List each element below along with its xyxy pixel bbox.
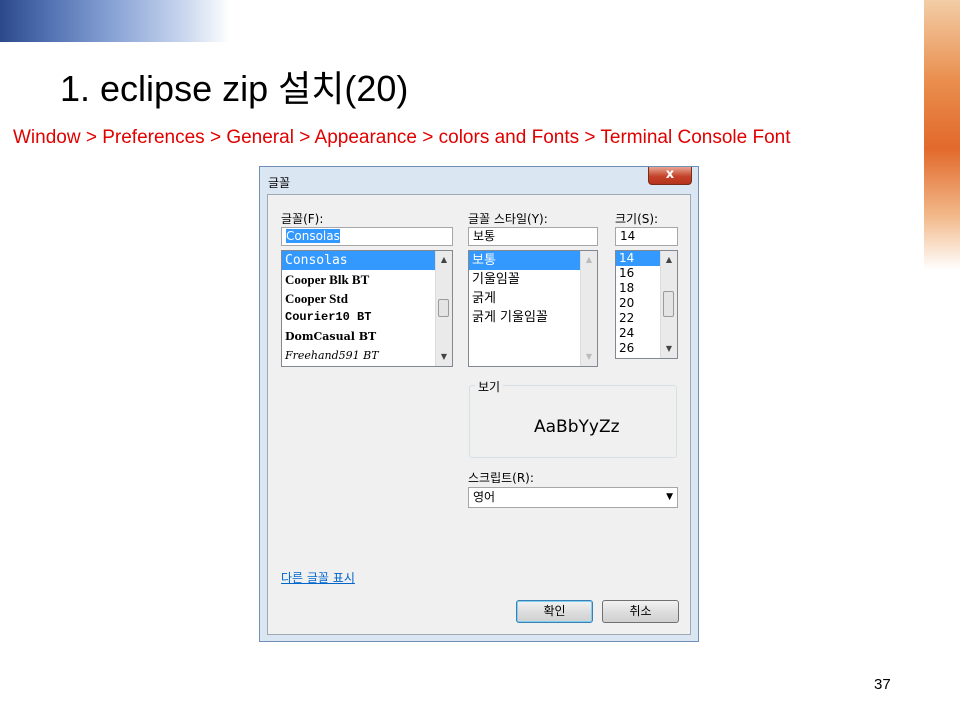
font-list-item[interactable]: Cooper Blk BT — [282, 270, 452, 289]
font-list-item[interactable]: Freehand591 BT — [282, 346, 452, 365]
preferences-path: Window > Preferences > General > Appeara… — [13, 127, 791, 148]
preview-sample-text: AaBbYyZz — [534, 417, 620, 437]
size-list[interactable]: 14 16 18 20 22 24 26 ▲ ▼ — [615, 250, 678, 359]
font-dialog: 글꼴 x 글꼴(F): Consolas Consolas Cooper Blk… — [259, 166, 699, 642]
more-fonts-link[interactable]: 다른 글꼴 표시 — [281, 569, 355, 586]
scroll-down-arrow-icon[interactable]: ▼ — [436, 349, 452, 365]
font-list-item[interactable]: Consolas — [282, 251, 435, 270]
size-label: 크기(S): — [615, 212, 659, 226]
font-list-item[interactable]: Courier10 BT — [282, 308, 452, 327]
cancel-button[interactable]: 취소 — [602, 600, 679, 623]
scroll-down-arrow-icon[interactable]: ▼ — [661, 341, 677, 357]
slide-title: 1. eclipse zip 설치(20) — [60, 68, 409, 109]
font-list-scrollbar[interactable]: ▲ ▼ — [435, 251, 452, 366]
style-list-item[interactable]: 보통 — [469, 251, 580, 270]
style-list-item[interactable]: 굵게 — [469, 289, 597, 308]
close-button[interactable]: x — [648, 167, 692, 185]
ok-button[interactable]: 확인 — [516, 600, 593, 623]
style-list-item[interactable]: 굵게 기울임꼴 — [469, 308, 597, 327]
dialog-title: 글꼴 — [268, 176, 291, 190]
scroll-thumb[interactable] — [438, 299, 449, 317]
size-list-item[interactable]: 14 — [616, 251, 660, 266]
style-list-item[interactable]: 기울임꼴 — [469, 270, 597, 289]
page-number: 37 — [874, 676, 891, 693]
decorative-right-strip — [924, 0, 960, 270]
style-list-scrollbar[interactable]: ▲ ▼ — [580, 251, 597, 366]
font-list-item[interactable]: DomCasual BT — [282, 327, 452, 346]
scroll-up-arrow-icon[interactable]: ▲ — [436, 252, 452, 268]
decorative-top-bar — [0, 0, 230, 42]
size-input[interactable]: 14 — [615, 227, 678, 246]
script-select[interactable]: 영어 ▼ — [468, 487, 678, 508]
font-label: 글꼴(F): — [281, 212, 324, 226]
scroll-down-arrow-icon[interactable]: ▼ — [581, 349, 597, 365]
font-name-value: Consolas — [286, 229, 340, 243]
scroll-up-arrow-icon[interactable]: ▲ — [661, 252, 677, 268]
font-list[interactable]: Consolas Cooper Blk BT Cooper Std Courie… — [281, 250, 453, 367]
style-label: 글꼴 스타일(Y): — [468, 212, 548, 226]
preview-label: 보기 — [475, 378, 504, 395]
script-select-value: 영어 — [473, 490, 496, 504]
style-input[interactable]: 보통 — [468, 227, 598, 246]
font-list-item[interactable]: Cooper Std — [282, 289, 452, 308]
font-name-input[interactable]: Consolas — [281, 227, 453, 246]
style-list[interactable]: 보통 기울임꼴 굵게 굵게 기울임꼴 ▲ ▼ — [468, 250, 598, 367]
script-label: 스크립트(R): — [468, 471, 534, 485]
scroll-thumb[interactable] — [663, 291, 674, 317]
dialog-client-area: 글꼴(F): Consolas Consolas Cooper Blk BT C… — [267, 194, 691, 635]
scroll-up-arrow-icon[interactable]: ▲ — [581, 252, 597, 268]
size-list-scrollbar[interactable]: ▲ ▼ — [660, 251, 677, 358]
chevron-down-icon: ▼ — [666, 492, 673, 502]
